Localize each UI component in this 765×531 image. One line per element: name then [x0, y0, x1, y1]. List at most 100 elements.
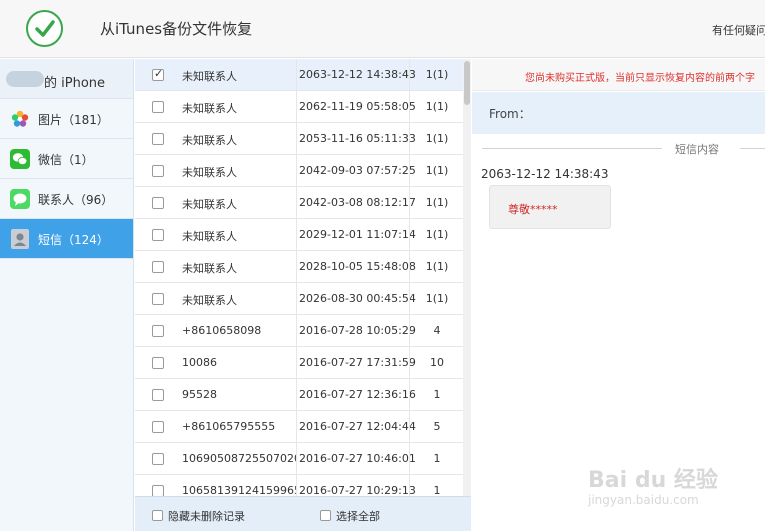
contact-name: 未知联系人: [182, 102, 237, 115]
message-date: 2053-11-16 05:11:33: [299, 132, 416, 145]
table-row[interactable]: 未知联系人 2062-11-19 05:58:05 1(1): [135, 91, 463, 123]
hide-deleted-option[interactable]: 隐藏未删除记录: [152, 508, 245, 524]
sms-icon: [10, 229, 30, 249]
message-count: 1: [433, 452, 441, 465]
sidebar-item-label: 短信（124）: [38, 233, 109, 247]
sidebar-item-wechat[interactable]: 微信（1）: [0, 139, 133, 179]
device-item[interactable]: 的 iPhone: [0, 59, 133, 99]
message-count: 1(1): [425, 132, 449, 145]
watermark-url: jingyan.baidu.com: [588, 493, 699, 507]
table-row[interactable]: 未知联系人 2053-11-16 05:11:33 1(1): [135, 123, 463, 155]
sidebar-item-label: 图片（181）: [38, 113, 109, 127]
photos-icon: [10, 109, 30, 129]
row-checkbox[interactable]: [152, 229, 164, 241]
row-checkbox[interactable]: [152, 325, 164, 337]
hide-deleted-label: 隐藏未删除记录: [168, 510, 245, 523]
app-logo-icon: [26, 10, 63, 47]
app-title: 从iTunes备份文件恢复: [100, 20, 253, 38]
message-count: 4: [433, 324, 441, 337]
select-all-option[interactable]: 选择全部: [320, 508, 380, 524]
sidebar: 的 iPhone 图片（181） 微信（1） 联系人（96） 短信（124）: [0, 59, 134, 531]
message-date: 2062-11-19 05:58:05: [299, 100, 416, 113]
from-label: From：: [489, 107, 531, 121]
contact-name: +861065795555: [182, 420, 276, 433]
message-date: 2042-09-03 07:57:25: [299, 164, 416, 177]
table-row[interactable]: 10086 2016-07-27 17:31:59 10: [135, 347, 463, 379]
message-date: 2016-07-27 12:36:16: [299, 388, 416, 401]
contact-name: 未知联系人: [182, 198, 237, 211]
message-date: 2063-12-12 14:38:43: [299, 68, 416, 81]
select-all-checkbox[interactable]: [320, 510, 331, 521]
device-name: 的 iPhone: [44, 76, 106, 91]
message-date: 2042-03-08 08:12:17: [299, 196, 416, 209]
message-count: 1(1): [425, 68, 449, 81]
message-count: 1(1): [425, 228, 449, 241]
message-count: 1(1): [425, 196, 449, 209]
list-scrollbar[interactable]: [463, 59, 471, 496]
sidebar-item-contacts[interactable]: 联系人（96）: [0, 179, 133, 219]
table-row[interactable]: 未知联系人 2042-09-03 07:57:25 1(1): [135, 155, 463, 187]
table-row[interactable]: 95528 2016-07-27 12:36:16 1: [135, 379, 463, 411]
message-count: 10: [430, 356, 444, 369]
message-count: 1: [433, 388, 441, 401]
table-row[interactable]: 106581391241599653 2016-07-27 10:29:13 1: [135, 475, 463, 496]
contact-name: 未知联系人: [182, 230, 237, 243]
trial-notice-text: 您尚未购买正式版，当前只显示恢复内容的前两个字: [525, 73, 755, 84]
trial-notice: 您尚未购买正式版，当前只显示恢复内容的前两个字: [472, 59, 765, 91]
row-checkbox[interactable]: [152, 261, 164, 273]
message-date: 2016-07-27 10:29:13: [299, 484, 416, 496]
message-count: 1(1): [425, 164, 449, 177]
hide-deleted-checkbox[interactable]: [152, 510, 163, 521]
row-checkbox[interactable]: [152, 133, 164, 145]
contacts-icon: [10, 189, 30, 209]
row-checkbox[interactable]: [152, 165, 164, 177]
table-row[interactable]: +8610658098 2016-07-28 10:05:29 4: [135, 315, 463, 347]
baidu-watermark: Bai du 经验 jingyan.baidu.com: [588, 458, 728, 516]
row-checkbox[interactable]: [152, 101, 164, 113]
list-footer: 隐藏未删除记录 选择全部: [135, 496, 471, 531]
message-date: 2028-10-05 15:48:08: [299, 260, 416, 273]
message-date: 2026-08-30 00:45:54: [299, 292, 416, 305]
message-date: 2016-07-27 12:04:44: [299, 420, 416, 433]
contact-name: 未知联系人: [182, 70, 237, 83]
row-checkbox[interactable]: [152, 357, 164, 369]
row-checkbox[interactable]: [152, 67, 164, 81]
table-row[interactable]: 未知联系人 2029-12-01 11:07:14 1(1): [135, 219, 463, 251]
table-row[interactable]: 未知联系人 2042-03-08 08:12:17 1(1): [135, 187, 463, 219]
contact-name: 未知联系人: [182, 166, 237, 179]
sidebar-item-photos[interactable]: 图片（181）: [0, 99, 133, 139]
from-bar: From：: [472, 92, 765, 134]
help-link[interactable]: 有任何疑问: [712, 22, 765, 38]
message-date: 2016-07-28 10:05:29: [299, 324, 416, 337]
table-row[interactable]: 未知联系人 2028-10-05 15:48:08 1(1): [135, 251, 463, 283]
row-checkbox[interactable]: [152, 485, 164, 496]
device-name-redacted: [6, 71, 44, 87]
select-all-label: 选择全部: [336, 510, 380, 523]
message-date: 2029-12-01 11:07:14: [299, 228, 416, 241]
scrollbar-thumb[interactable]: [464, 61, 470, 105]
table-row[interactable]: 106905087255070205 2016-07-27 10:46:01 1: [135, 443, 463, 475]
row-checkbox[interactable]: [152, 453, 164, 465]
message-date: 2016-07-27 10:46:01: [299, 452, 416, 465]
row-checkbox[interactable]: [152, 389, 164, 401]
row-checkbox[interactable]: [152, 421, 164, 433]
message-text: 尊敬*****: [508, 203, 558, 216]
table-row[interactable]: 未知联系人 2026-08-30 00:45:54 1(1): [135, 283, 463, 315]
row-checkbox[interactable]: [152, 197, 164, 209]
section-divider: 短信内容: [472, 141, 765, 157]
section-title: 短信内容: [672, 141, 722, 157]
message-count: 1(1): [425, 100, 449, 113]
contact-name: 未知联系人: [182, 134, 237, 147]
contact-name: 95528: [182, 388, 217, 401]
watermark-title: Bai du 经验: [588, 468, 718, 493]
table-row[interactable]: 未知联系人 2063-12-12 14:38:43 1(1): [135, 59, 463, 91]
wechat-icon: [10, 149, 30, 169]
row-checkbox[interactable]: [152, 293, 164, 305]
message-date: 2016-07-27 17:31:59: [299, 356, 416, 369]
contact-name: 106905087255070205: [182, 452, 297, 465]
message-count: 5: [433, 420, 441, 433]
sidebar-item-sms[interactable]: 短信（124）: [0, 219, 133, 259]
message-bubble: 尊敬*****: [489, 185, 611, 229]
message-count: 1: [433, 484, 441, 496]
table-row[interactable]: +861065795555 2016-07-27 12:04:44 5: [135, 411, 463, 443]
